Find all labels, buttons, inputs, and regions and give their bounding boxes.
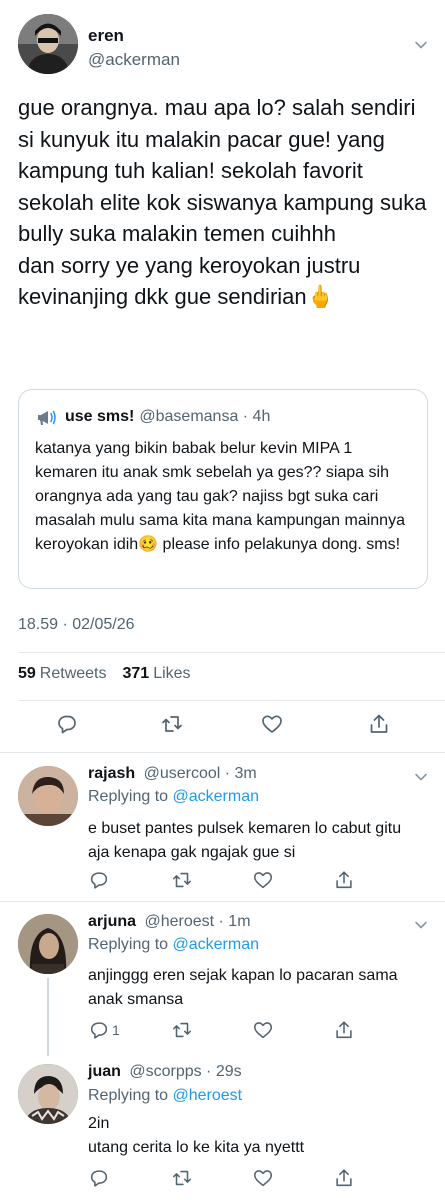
quoted-author-meta: @basemansa · 4h (139, 408, 271, 425)
reply-author-meta: @scorpps · 29s (129, 1063, 242, 1080)
replying-to-mention[interactable]: @ackerman (173, 788, 260, 805)
reply-header: rajash @usercool · 3m (88, 765, 257, 783)
reply-author-name[interactable]: arjuna (88, 913, 136, 930)
author-name[interactable]: eren (88, 26, 124, 46)
reply-text: e buset pantes pulsek kemaren lo cabut g… (88, 820, 406, 861)
avatar-photo (18, 14, 78, 74)
reply-author-meta: @heroest · 1m (144, 913, 251, 930)
reply-action-bar (0, 1166, 445, 1192)
reply-tweet[interactable]: juan @scorpps · 29s Replying to @heroest… (0, 1052, 445, 1200)
share-icon[interactable] (333, 1166, 355, 1190)
reply-author-name[interactable]: rajash (88, 765, 135, 782)
divider (18, 652, 445, 653)
avatar[interactable] (18, 14, 78, 74)
like-icon[interactable] (260, 712, 284, 736)
like-icon[interactable] (252, 868, 274, 892)
tweet-timestamp[interactable]: 18.59 · 02/05/26 (18, 616, 135, 634)
reply-tweet[interactable]: rajash @usercool · 3m Replying to @acker… (0, 753, 445, 901)
retweet-icon[interactable] (160, 712, 184, 736)
retweet-icon[interactable] (171, 1166, 193, 1190)
reply-action-bar: 1 (0, 1018, 445, 1044)
reply-icon[interactable]: 1 (88, 1018, 120, 1042)
avatar-photo (18, 766, 78, 826)
reply-count: 1 (112, 1022, 120, 1038)
reply-text: 2in utang cerita lo ke kita ya nyettt (88, 1115, 305, 1156)
like-count[interactable]: 371 (123, 665, 150, 683)
avatar-photo (18, 914, 78, 974)
share-icon[interactable] (367, 712, 391, 736)
divider (18, 700, 445, 701)
retweet-icon[interactable] (171, 868, 193, 892)
megaphone-icon (35, 407, 57, 427)
reply-header: arjuna @heroest · 1m (88, 913, 251, 931)
chevron-down-icon[interactable] (413, 917, 429, 933)
share-icon[interactable] (333, 1018, 355, 1042)
quoted-author-name[interactable]: use sms! (65, 408, 134, 426)
like-icon[interactable] (252, 1018, 274, 1042)
retweet-count[interactable]: 59 (18, 665, 36, 683)
quoted-tweet-header: use sms! @basemansa · 4h (35, 406, 270, 428)
tweet-author: eren @ackerman (18, 14, 445, 76)
quoted-tweet[interactable]: use sms! @basemansa · 4h katanya yang bi… (18, 389, 428, 589)
retweet-label[interactable]: Retweets (40, 665, 107, 683)
reply-header: juan @scorpps · 29s (88, 1063, 242, 1081)
author-handle[interactable]: @ackerman (88, 50, 180, 70)
replying-to-label: Replying to (88, 1087, 169, 1104)
reply-icon[interactable] (88, 868, 112, 892)
replying-to: Replying to @ackerman (88, 936, 259, 954)
reply-text: anjinggg eren sejak kapan lo pacaran sam… (88, 967, 402, 1008)
tweet-text: gue orangnya. mau apa lo? salah sendiri … (18, 95, 427, 309)
reply-icon[interactable] (88, 1166, 112, 1190)
replying-to-mention[interactable]: @ackerman (173, 936, 260, 953)
quoted-tweet-text: katanya yang bikin babak belur kevin MIP… (35, 440, 410, 553)
share-icon[interactable] (333, 868, 355, 892)
retweet-icon[interactable] (171, 1018, 193, 1042)
reply-tweet[interactable]: arjuna @heroest · 1m Replying to @ackerm… (0, 902, 445, 1056)
replying-to-mention[interactable]: @heroest (173, 1087, 243, 1104)
replying-to: Replying to @ackerman (88, 788, 259, 806)
avatar[interactable] (18, 766, 78, 826)
replying-to: Replying to @heroest (88, 1087, 242, 1105)
avatar[interactable] (18, 914, 78, 974)
thread-line (47, 978, 49, 1056)
tweet-stats: 59 Retweets 371 Likes (18, 665, 203, 683)
reply-action-bar (0, 868, 445, 894)
chevron-down-icon[interactable] (413, 37, 429, 53)
reply-author-meta: @usercool · 3m (143, 765, 257, 782)
replying-to-label: Replying to (88, 936, 169, 953)
like-label[interactable]: Likes (153, 665, 190, 683)
reply-icon[interactable] (55, 712, 79, 736)
like-icon[interactable] (252, 1166, 274, 1190)
replying-to-label: Replying to (88, 788, 169, 805)
avatar[interactable] (18, 1064, 78, 1124)
reply-author-name[interactable]: juan (88, 1063, 121, 1080)
avatar-photo (18, 1064, 78, 1124)
tweet-action-bar (0, 712, 445, 738)
chevron-down-icon[interactable] (413, 769, 429, 785)
